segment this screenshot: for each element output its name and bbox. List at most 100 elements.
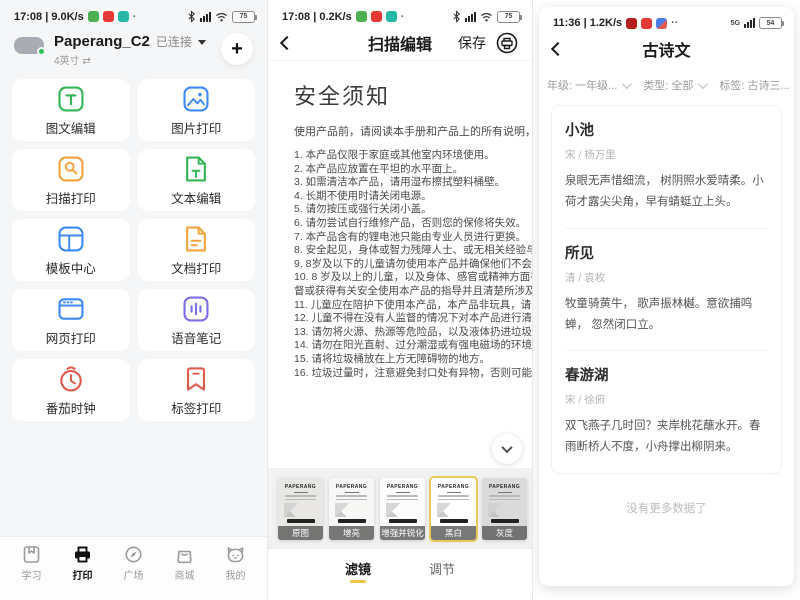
template-icon <box>56 224 86 254</box>
caret-down-icon <box>198 40 206 45</box>
doc-line: 4. 长期不使用时请关闭电源。 <box>294 190 532 204</box>
filter-thumb-grayscale[interactable]: PAPERANG 灰度 <box>482 478 527 540</box>
save-button[interactable]: 保存 <box>458 33 486 53</box>
grid-item-image-print[interactable]: 图片打印 <box>138 79 256 141</box>
thumb-brand: PAPERANG <box>380 484 425 490</box>
thumb-textline <box>387 495 418 497</box>
printer-device-icon <box>14 37 44 54</box>
book-icon <box>22 545 41 564</box>
grid-item-tomato-clock[interactable]: 番茄时钟 <box>12 359 130 421</box>
battery-icon: 75 <box>497 11 520 23</box>
more-dot-icon: · <box>133 11 137 23</box>
doc-print-icon <box>181 224 211 254</box>
scan-edit-panel: 17:08 | 0.2K/s · 75 扫描编辑 保存 安全须知 <box>267 0 533 600</box>
filter-grade-dropdown[interactable]: 年级: 一年级... <box>547 77 629 93</box>
back-button[interactable] <box>551 42 565 56</box>
app-badge-icon <box>641 18 652 29</box>
more-dots-icon: ·· <box>671 17 678 29</box>
poems-screen-card: 11:36 | 1.2K/s ·· 5G 54 古诗文 年级: 一 <box>539 7 794 586</box>
thumb-brand: PAPERANG <box>431 484 476 490</box>
image-print-icon <box>181 84 211 114</box>
poem-item[interactable]: 小池 宋 / 杨万里 泉眼无声惜细流， 树阴照水爱晴柔。小荷才露尖尖角，早有蜻蜓… <box>565 106 768 228</box>
wifi-icon <box>480 12 493 22</box>
thumb-rule <box>345 492 359 493</box>
thumb-textline <box>438 495 469 497</box>
add-device-button[interactable]: + <box>221 33 253 65</box>
grid-item-web-print[interactable]: 网页打印 <box>12 289 130 351</box>
doc-line: 5. 请勿按压或强行关闭小盖。 <box>294 203 532 217</box>
filter-tag-dropdown[interactable]: 标签: 古诗三... <box>719 77 794 93</box>
thumb-textline <box>489 499 520 501</box>
nav-bar: 古诗文 <box>539 31 794 67</box>
scanned-document: 安全须知 使用产品前，请阅读本手册和产品上的所有说明，以免造成损害。 1. 本产… <box>268 61 532 468</box>
grid-item-text-doc[interactable]: 文本编辑 <box>138 149 256 211</box>
filter-label: 黑白 <box>431 526 476 540</box>
thumb-textline <box>387 499 418 501</box>
print-action-icon[interactable] <box>496 32 518 54</box>
thumb-brand: PAPERANG <box>482 484 527 490</box>
chevron-down-icon <box>501 442 512 453</box>
nav-item-study[interactable]: 学习 <box>6 545 57 582</box>
grid-item-label: 标签打印 <box>171 398 221 417</box>
nav-item-profile[interactable]: 我的 <box>210 545 261 582</box>
doc-line: 10. 8 岁及以上的儿童，以及身体、感官或精神方面有缺陷或缺 <box>294 271 532 285</box>
filter-thumb-black-white[interactable]: PAPERANG 黑白 <box>431 478 476 540</box>
thumb-rule <box>294 492 308 493</box>
doc-line: 7. 本产品含有的锂电池只能由专业人员进行更换。 <box>294 231 532 245</box>
poem-filter-row: 年级: 一年级... 类型: 全部 标签: 古诗三... <box>539 67 794 101</box>
doc-line: 8. 安全起见，身体或智力残障人士、或无相关经验与知识人士，应 <box>294 244 532 258</box>
poem-author: 宋 / 徐俯 <box>565 392 768 407</box>
grid-item-label: 图文编辑 <box>46 118 96 137</box>
doc-line: 11. 儿童应在陪护下使用本产品，本产品非玩具，请勿让儿童玩耍 <box>294 299 532 313</box>
nav-item-print[interactable]: 打印 <box>57 545 108 582</box>
collapse-panel-button[interactable] <box>492 434 522 464</box>
connection-state: 已连接 <box>156 33 192 50</box>
app-badge-icon <box>371 11 382 22</box>
more-dot-icon: · <box>401 11 405 23</box>
poem-item[interactable]: 所见 清 / 袁枚 牧童骑黄牛， 歌声振林樾。意欲捕鸣蝉， 忽然闭口立。 <box>565 228 768 351</box>
app-badge-icon <box>118 11 129 22</box>
scan-print-icon <box>56 154 86 184</box>
poem-item[interactable]: 春游湖 宋 / 徐俯 双飞燕子几时回？夹岸桃花蘸水开。春雨断桥人不度，小舟撑出柳… <box>565 350 768 473</box>
thumb-brand: PAPERANG <box>278 484 323 490</box>
doc-line: 督或获得有关安全使用本产品的指导并且清楚所涉及的危害 <box>294 285 532 299</box>
cat-face-icon <box>226 545 245 564</box>
doc-line: 15. 请将垃圾桶放在上方无障碍物的地方。 <box>294 353 532 367</box>
nav-item-square[interactable]: 广场 <box>108 545 159 582</box>
filter-label: 年级: 一年级... <box>547 77 617 93</box>
poem-author: 宋 / 杨万里 <box>565 147 768 162</box>
nav-item-mall[interactable]: 商城 <box>159 545 210 582</box>
back-button[interactable] <box>280 35 294 49</box>
filter-thumb-brighten[interactable]: PAPERANG 增亮 <box>329 478 374 540</box>
chevron-down-icon <box>698 79 708 89</box>
grid-item-label: 扫描打印 <box>46 188 96 207</box>
doc-intro: 使用产品前，请阅读本手册和产品上的所有说明，以免造成损害。 <box>294 123 532 139</box>
thumb-textline <box>285 495 316 497</box>
device-selector[interactable]: Paperang_C2 已连接 <box>54 33 221 50</box>
grid-item-template-center[interactable]: 模板中心 <box>12 219 130 281</box>
nav-label: 广场 <box>124 567 144 582</box>
grid-item-label: 图片打印 <box>171 118 221 137</box>
grid-item-label: 文档打印 <box>171 258 221 277</box>
grid-item-label-print[interactable]: 标签打印 <box>138 359 256 421</box>
grid-item-scan-print[interactable]: 扫描打印 <box>12 149 130 211</box>
tab-filters[interactable]: 滤镜 <box>345 559 371 578</box>
tab-adjust[interactable]: 调节 <box>429 559 455 578</box>
filter-thumb-original[interactable]: PAPERANG 原图 <box>278 478 323 540</box>
filter-type-dropdown[interactable]: 类型: 全部 <box>643 77 705 93</box>
filter-thumb-enhance-sharpen[interactable]: PAPERANG 增强并锐化 <box>380 478 425 540</box>
thumb-rule <box>396 492 410 493</box>
nav-bar: 扫描编辑 保存 <box>268 25 532 61</box>
app-badge-icon <box>356 11 367 22</box>
grid-item-doc-print[interactable]: 文档打印 <box>138 219 256 281</box>
thumb-button-bar <box>338 519 366 523</box>
label-print-icon <box>181 364 211 394</box>
app-badge-icon <box>656 18 667 29</box>
filter-label: 增强并锐化 <box>380 526 425 540</box>
thumb-button-bar <box>440 519 468 523</box>
filter-label: 标签: 古诗三... <box>719 77 789 93</box>
bag-icon <box>175 545 194 564</box>
grid-item-voice-note[interactable]: 语音笔记 <box>138 289 256 351</box>
grid-item-text-edit[interactable]: 图文编辑 <box>12 79 130 141</box>
bottom-nav: 学习 打印 广场 商城 我的 <box>0 536 267 600</box>
